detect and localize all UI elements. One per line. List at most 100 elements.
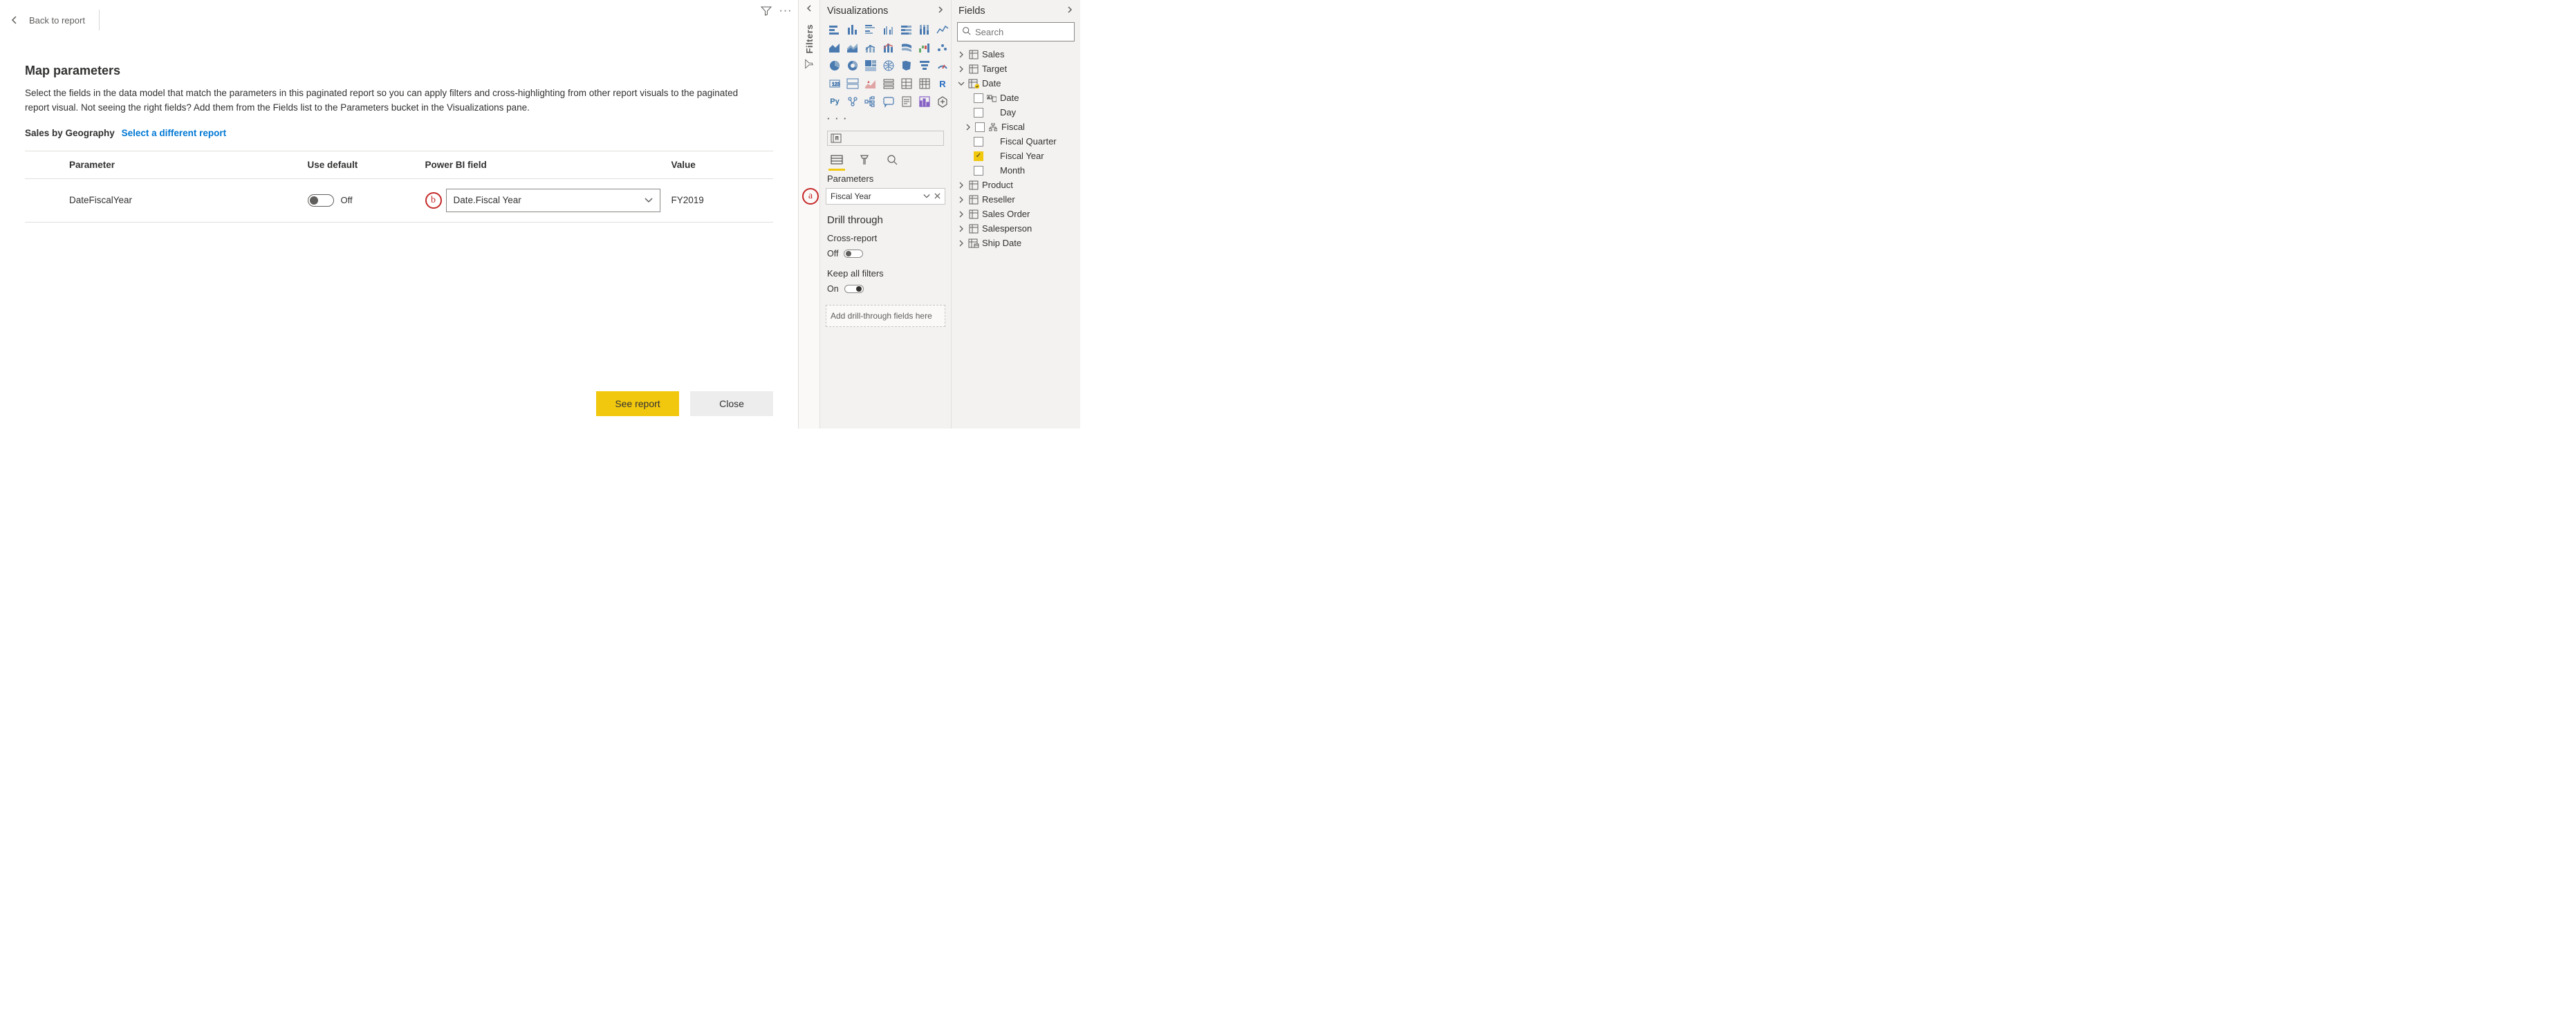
viz-line-stacked-icon[interactable]: [881, 40, 896, 55]
table-target[interactable]: Target: [954, 62, 1077, 76]
report-name: Sales by Geography: [25, 128, 115, 138]
analytics-tab[interactable]: [885, 153, 899, 167]
back-chevron-icon[interactable]: [11, 15, 21, 25]
col-field: Power BI field: [420, 151, 666, 178]
search-input[interactable]: [975, 27, 1097, 37]
format-tab[interactable]: [858, 153, 871, 167]
field-month[interactable]: Month: [954, 163, 1077, 178]
checkbox-checked[interactable]: [974, 151, 983, 161]
viz-map-icon[interactable]: [881, 58, 896, 73]
checkbox[interactable]: [974, 93, 983, 103]
filters-vertical-label[interactable]: Filters: [804, 24, 815, 69]
field-fiscal[interactable]: Fiscal: [954, 120, 1077, 134]
col-parameter: Parameter: [25, 151, 302, 178]
more-options-icon[interactable]: ···: [779, 4, 793, 18]
keep-filters-label: Keep all filters: [820, 265, 951, 281]
cross-report-label: Cross-report: [820, 230, 951, 246]
viz-stacked-area-icon[interactable]: [845, 40, 860, 55]
dialog-buttons: See report Close: [596, 391, 773, 416]
viz-py-icon[interactable]: Py: [827, 94, 842, 109]
viz-donut-icon[interactable]: [845, 58, 860, 73]
viz-stacked-bar-icon[interactable]: [827, 22, 842, 37]
expand-chevron-icon: [957, 51, 965, 58]
viz-card-icon[interactable]: 123: [827, 76, 842, 91]
fields-tab[interactable]: [830, 153, 844, 167]
viz-kpi-icon[interactable]: ▲: [863, 76, 878, 91]
chevron-down-icon: [645, 195, 653, 205]
fields-header: Fields: [952, 0, 1080, 22]
value-cell: FY2019: [666, 178, 774, 222]
report-name-row: Sales by Geography Select a different re…: [25, 128, 773, 138]
viz-pie-icon[interactable]: [827, 58, 842, 73]
drill-through-dropzone[interactable]: Add drill-through fields here: [826, 305, 945, 327]
viz-stacked-column-icon[interactable]: [845, 22, 860, 37]
filter-funnel-icon[interactable]: [759, 4, 773, 18]
callout-b-badge: b: [425, 192, 442, 209]
viz-table-icon[interactable]: [899, 76, 914, 91]
field-cell: b Date.Fiscal Year: [420, 178, 666, 222]
keep-filters-toggle[interactable]: [844, 285, 864, 293]
field-date[interactable]: A Date: [954, 91, 1077, 105]
viz-100stacked-column-icon[interactable]: [917, 22, 932, 37]
table-sales[interactable]: Sales: [954, 47, 1077, 62]
viz-treemap-icon[interactable]: [863, 58, 878, 73]
viz-slicer-icon[interactable]: [881, 76, 896, 91]
filters-expand-chevron-icon[interactable]: [806, 4, 813, 15]
viz-key-influencer-icon[interactable]: [845, 94, 860, 109]
viz-gauge-icon[interactable]: [935, 58, 950, 73]
viz-100stacked-bar-icon[interactable]: [899, 22, 914, 37]
power-bi-field-select[interactable]: Date.Fiscal Year: [446, 189, 660, 212]
viz-qna-icon[interactable]: [881, 94, 896, 109]
fields-title: Fields: [958, 6, 985, 17]
viz-r-icon[interactable]: R: [935, 76, 950, 91]
visualizations-collapse-chevron-icon[interactable]: [937, 6, 944, 17]
viz-import-icon[interactable]: [935, 94, 950, 109]
field-fiscal-quarter[interactable]: Fiscal Quarter: [954, 134, 1077, 149]
viz-line-icon[interactable]: [935, 22, 950, 37]
svg-text:▲: ▲: [867, 80, 871, 84]
use-default-toggle[interactable]: [308, 194, 334, 207]
viz-matrix-icon[interactable]: [917, 76, 932, 91]
viz-paginated-icon[interactable]: [899, 94, 914, 109]
table-sales-order[interactable]: Sales Order: [954, 207, 1077, 221]
parameter-field-chip[interactable]: Fiscal Year: [826, 188, 945, 205]
viz-ribbon-icon[interactable]: [899, 40, 914, 55]
fields-collapse-chevron-icon[interactable]: [1066, 6, 1073, 17]
visualizations-header: Visualizations: [820, 0, 951, 22]
close-button[interactable]: Close: [690, 391, 773, 416]
table-ship-date[interactable]: Ship Date: [954, 236, 1077, 250]
chip-chevron-down-icon[interactable]: [923, 191, 930, 201]
fields-search-box[interactable]: [957, 22, 1075, 41]
cross-report-toggle[interactable]: [844, 250, 863, 258]
parameters-table: Parameter Use default Power BI field Val…: [25, 151, 773, 223]
viz-area-icon[interactable]: [827, 40, 842, 55]
viz-clustered-bar-icon[interactable]: [863, 22, 878, 37]
viz-decomposition-icon[interactable]: [863, 94, 878, 109]
table-reseller[interactable]: Reseller: [954, 192, 1077, 207]
field-day[interactable]: Day: [954, 105, 1077, 120]
format-tabs: [820, 149, 951, 169]
param-name: DateFiscalYear: [25, 178, 302, 222]
viz-funnel-icon[interactable]: [917, 58, 932, 73]
svg-text:A: A: [988, 95, 990, 99]
viz-more-button[interactable]: · · ·: [820, 113, 951, 128]
viz-multi-card-icon[interactable]: [845, 76, 860, 91]
see-report-button[interactable]: See report: [596, 391, 679, 416]
viz-clustered-column-icon[interactable]: [881, 22, 896, 37]
select-different-report-link[interactable]: Select a different report: [122, 128, 227, 138]
selected-visual-indicator: П: [827, 131, 944, 146]
viz-scatter-icon[interactable]: [935, 40, 950, 55]
field-fiscal-year[interactable]: Fiscal Year: [954, 149, 1077, 163]
back-to-report-link[interactable]: Back to report: [29, 15, 85, 26]
collapse-chevron-icon: [957, 81, 965, 86]
chip-label: Fiscal Year: [831, 191, 871, 201]
table-date[interactable]: Date: [954, 76, 1077, 91]
chip-remove-icon[interactable]: [934, 191, 940, 201]
viz-ai-icon[interactable]: [917, 94, 932, 109]
table-salesperson[interactable]: Salesperson: [954, 221, 1077, 236]
viz-filled-map-icon[interactable]: [899, 58, 914, 73]
table-icon: [968, 50, 979, 59]
viz-waterfall-icon[interactable]: [917, 40, 932, 55]
table-product[interactable]: Product: [954, 178, 1077, 192]
viz-line-clustered-icon[interactable]: [863, 40, 878, 55]
